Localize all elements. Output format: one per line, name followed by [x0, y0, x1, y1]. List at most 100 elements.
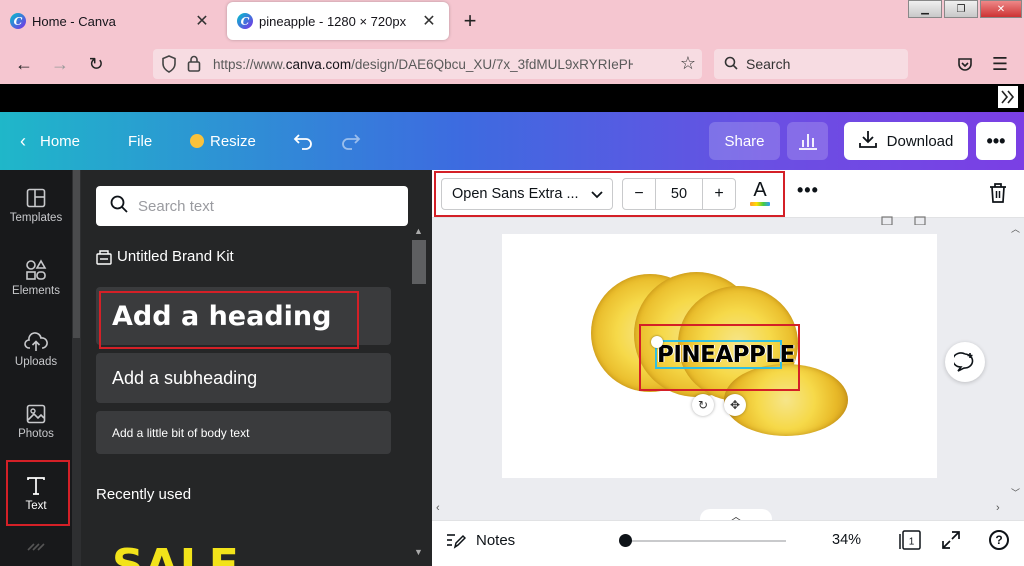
new-tab-icon[interactable]: +	[458, 8, 482, 34]
lock-icon[interactable]	[187, 55, 201, 75]
uploads-icon	[24, 332, 48, 351]
panel-left-scrollbar[interactable]	[72, 170, 81, 566]
shield-icon[interactable]	[161, 55, 177, 76]
scroll-down-icon[interactable]: ﹀	[1011, 486, 1020, 499]
delete-trash-icon[interactable]	[988, 182, 1008, 209]
resize-label: Resize	[210, 132, 256, 150]
rotate-icon[interactable]: ↻	[692, 394, 714, 416]
overflow-chevron-icon[interactable]	[998, 86, 1018, 108]
bookmark-star-icon[interactable]: ☆	[680, 53, 696, 74]
scroll-up-icon[interactable]: ▲	[414, 226, 423, 236]
insights-chart-icon[interactable]	[787, 122, 828, 160]
zoom-slider-track[interactable]	[626, 540, 786, 542]
brand-kit-link[interactable]: Untitled Brand Kit	[96, 248, 234, 265]
window-controls: ▁ ❐ ✕	[906, 0, 1022, 18]
search-text-input[interactable]: Search text	[96, 186, 408, 226]
search-icon	[110, 195, 128, 217]
selection-handle[interactable]	[651, 336, 663, 348]
notes-button[interactable]: Notes	[446, 531, 515, 549]
url-bar[interactable]: https://www.canva.com/design/DAE6Qbcu_XU…	[153, 49, 702, 79]
page-count-number: 1	[909, 537, 915, 548]
download-label: Download	[886, 132, 954, 150]
elements-icon	[26, 259, 47, 280]
recent-text-sample[interactable]: SALE	[112, 538, 240, 566]
close-tab-icon[interactable]: ✕	[192, 11, 212, 31]
minimize-icon[interactable]: ▁	[908, 0, 942, 18]
panel-scrollbar[interactable]: ▲ ▼	[410, 224, 428, 559]
window-close-icon[interactable]: ✕	[980, 0, 1022, 18]
download-icon	[858, 130, 877, 152]
search-icon	[724, 56, 738, 73]
rail-item-elements[interactable]: Elements	[0, 242, 72, 314]
scroll-down-icon[interactable]: ▼	[414, 547, 423, 557]
tab-pineapple[interactable]: C pineapple - 1280 × 720px ✕	[227, 2, 449, 40]
rail-label: Templates	[9, 212, 63, 224]
rail-item-uploads[interactable]: Uploads	[0, 314, 72, 386]
add-comment-icon[interactable]	[945, 342, 985, 382]
more-options-icon[interactable]: •••	[976, 122, 1016, 160]
rail-label: Photos	[18, 428, 54, 440]
rail-item-templates[interactable]: Templates	[0, 170, 72, 242]
scroll-left-icon[interactable]: ‹	[436, 502, 440, 514]
move-icon[interactable]: ✥	[724, 394, 746, 416]
share-button[interactable]: Share	[709, 122, 780, 160]
add-subheading-button[interactable]: Add a subheading	[96, 353, 391, 403]
chevron-left-icon: ‹	[20, 130, 26, 151]
home-button[interactable]: ‹ Home	[20, 112, 80, 170]
home-label: Home	[40, 132, 81, 150]
templates-icon	[26, 188, 46, 208]
forward-icon[interactable]: →	[48, 52, 72, 76]
add-body-text-button[interactable]: Add a little bit of body text	[96, 411, 391, 454]
rail-label: Uploads	[14, 356, 58, 368]
canva-favicon-icon: C	[237, 13, 253, 29]
notes-label: Notes	[476, 531, 516, 549]
brand-kit-label: Untitled Brand Kit	[117, 248, 234, 265]
rail-item-photos[interactable]: Photos	[0, 386, 72, 458]
editor-footer	[432, 520, 1024, 566]
redo-icon[interactable]	[340, 112, 368, 170]
tab-title: pineapple - 1280 × 720px	[259, 13, 407, 29]
resize-button[interactable]: Resize	[190, 112, 256, 170]
menu-hamburger-icon[interactable]: ☰	[988, 52, 1012, 76]
pocket-icon[interactable]	[953, 52, 977, 76]
scroll-thumb[interactable]	[412, 240, 426, 284]
maximize-icon[interactable]: ❐	[944, 0, 978, 18]
url-domain: canva.com	[285, 56, 352, 72]
stripes-icon	[27, 543, 45, 551]
browser-tab-strip: C Home - Canva ✕ C pineapple - 1280 × 72…	[0, 0, 1024, 44]
close-tab-icon[interactable]: ✕	[419, 11, 439, 31]
undo-icon[interactable]	[292, 112, 320, 170]
scroll-right-icon[interactable]: ›	[996, 502, 1000, 514]
file-menu-button[interactable]: File	[128, 112, 152, 170]
fullscreen-icon[interactable]	[941, 530, 961, 555]
brand-kit-icon	[96, 249, 112, 265]
highlight-text-toolbar	[434, 171, 785, 217]
canvas-heading-text[interactable]: PINEAPPLE	[657, 341, 795, 368]
zoom-slider-handle[interactable]	[619, 534, 632, 547]
rail-item-more[interactable]	[0, 530, 72, 566]
search-text-placeholder: Search text	[138, 197, 214, 215]
rail-label: Elements	[12, 285, 60, 297]
toolbar-more-icon[interactable]: •••	[797, 180, 819, 201]
reload-icon[interactable]: ↻	[84, 52, 108, 76]
browser-nav-bar: ← → ↻ https://www.canva.com/design/DAE6Q…	[0, 44, 1024, 84]
help-icon[interactable]: ?	[989, 530, 1009, 550]
tab-title: Home - Canva	[32, 13, 116, 29]
zoom-percentage[interactable]: 34%	[832, 532, 861, 548]
highlight-text-rail	[6, 460, 70, 526]
url-prefix: https://www.	[213, 56, 286, 72]
page-count-button[interactable]: 1	[898, 529, 922, 556]
page-tools-icon[interactable]	[879, 212, 929, 226]
url-path: /design/DAE6Qbcu_XU/7x_3fdMUL9xRYRIePHUF…	[351, 56, 633, 72]
url-text[interactable]: https://www.canva.com/design/DAE6Qbcu_XU…	[213, 57, 633, 72]
search-placeholder: Search	[746, 56, 791, 72]
back-icon[interactable]: ←	[12, 52, 36, 76]
tab-home-canva[interactable]: C Home - Canva ✕	[0, 2, 222, 40]
scroll-up-icon[interactable]: ︿	[1011, 222, 1020, 235]
scroll-thumb[interactable]	[73, 170, 80, 338]
browser-search-field[interactable]: Search	[714, 49, 908, 79]
download-button[interactable]: Download	[844, 122, 968, 160]
photos-icon	[26, 404, 46, 424]
canvas-vertical-scrollbar[interactable]: ︿ ﹀	[1008, 218, 1024, 500]
bookmarks-toolbar	[0, 84, 1024, 112]
